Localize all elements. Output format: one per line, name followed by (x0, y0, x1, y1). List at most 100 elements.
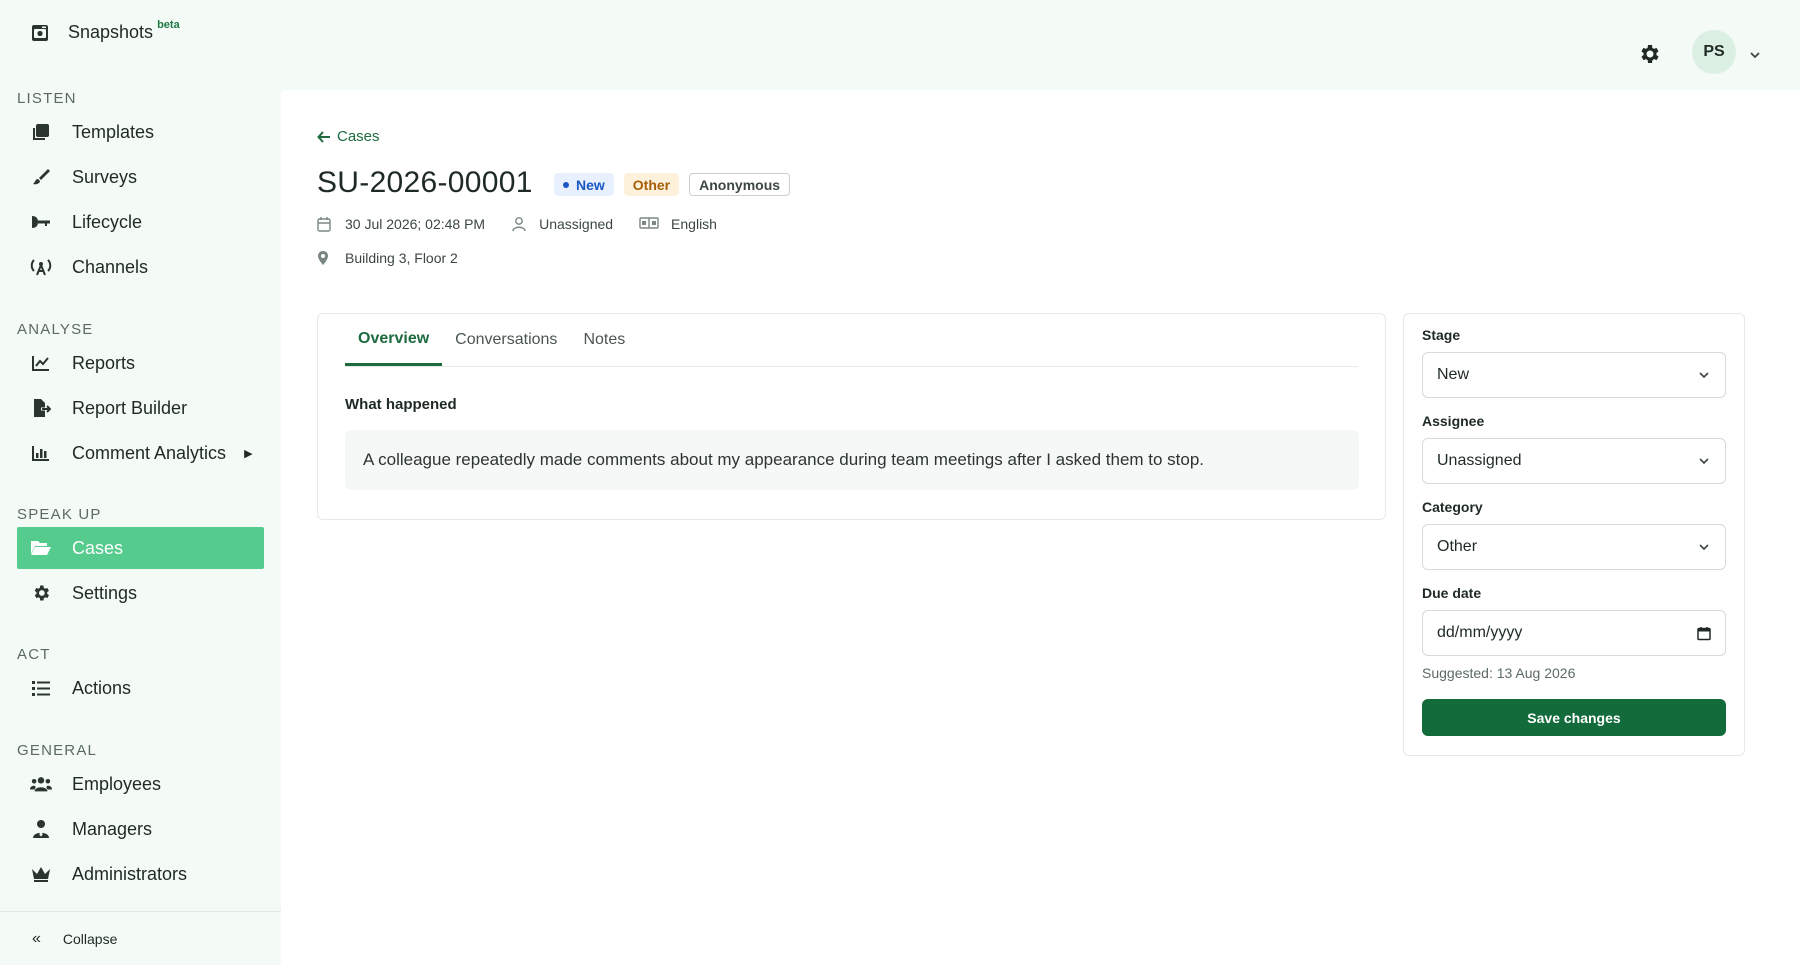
case-location-text: Building 3, Floor 2 (345, 250, 458, 266)
case-assignee-text: Unassigned (539, 216, 614, 232)
sidebar-item-surveys[interactable]: Surveys (17, 156, 264, 198)
sidebar-item-label: Templates (72, 121, 155, 142)
due-date-placeholder: dd/mm/yyyy (1437, 624, 1523, 641)
settings-gear-icon[interactable] (1637, 42, 1661, 66)
tab-overview[interactable]: Overview (345, 314, 443, 366)
category-select[interactable]: Other (1422, 524, 1726, 570)
assignee-select[interactable]: Unassigned (1422, 438, 1726, 484)
sidebar-item-report-builder[interactable]: Report Builder (17, 387, 264, 429)
sidebar-item-label: Reports (72, 352, 136, 373)
list-icon (30, 677, 52, 699)
sidebar-item-label: Cases (72, 537, 124, 558)
case-language-text: English (671, 216, 717, 232)
file-export-icon (30, 397, 52, 419)
broadcast-icon (30, 256, 52, 278)
sidebar-item-actions[interactable]: Actions (17, 667, 264, 709)
due-date-input[interactable]: dd/mm/yyyy (1422, 610, 1726, 656)
category-select-value: Other (1437, 538, 1478, 555)
what-happened-text: A colleague repeatedly made comments abo… (345, 430, 1359, 490)
sidebar-item-label: Administrators (72, 863, 188, 884)
category-badge: Other (623, 173, 680, 196)
double-chevron-left-icon: « (32, 929, 41, 947)
case-date: 30 Jul 2026; 02:48 PM (317, 216, 485, 232)
beta-badge: beta (157, 18, 180, 31)
status-dot-icon (563, 181, 569, 188)
case-tabs: Overview Conversations Notes (345, 314, 638, 366)
line-chart-icon (30, 352, 52, 374)
caret-right-icon: ▶ (244, 447, 253, 460)
user-avatar[interactable]: PS (1692, 30, 1736, 74)
sidebar-item-comment-analytics[interactable]: Comment Analytics ▶ (17, 432, 264, 474)
case-date-text: 30 Jul 2026; 02:48 PM (345, 216, 486, 232)
sidebar-brand[interactable]: Snapshots beta (30, 18, 180, 43)
case-location-row: Building 3, Floor 2 (317, 250, 484, 266)
stage-badge: New (554, 173, 614, 196)
language-icon (639, 216, 659, 232)
section-listen: LISTEN (17, 90, 77, 107)
assignee-select-value: Unassigned (1437, 452, 1522, 469)
map-pin-icon (317, 250, 333, 266)
calendar-picker-icon[interactable] (1697, 626, 1711, 641)
due-date-label: Due date (1422, 585, 1482, 601)
copy-icon (30, 121, 52, 143)
section-analyse: ANALYSE (17, 321, 94, 338)
category-label: Category (1422, 499, 1483, 515)
sidebar-item-administrators[interactable]: Administrators (17, 853, 264, 895)
chevron-down-icon (1697, 368, 1711, 382)
stage-select-value: New (1437, 366, 1470, 383)
gear-icon (30, 582, 52, 604)
sidebar-item-settings[interactable]: Settings (17, 572, 264, 614)
users-icon (30, 773, 52, 795)
case-badges: New Other Anonymous (554, 173, 791, 196)
sidebar-item-label: Surveys (72, 166, 138, 187)
tabs-divider (345, 366, 1358, 367)
sidebar-item-label: Channels (72, 256, 149, 277)
sidebar-item-channels[interactable]: Channels (17, 246, 264, 288)
section-act: ACT (17, 646, 51, 663)
section-general: GENERAL (17, 742, 98, 759)
folder-open-icon (30, 537, 52, 559)
back-link-label: Cases (337, 128, 380, 145)
calendar-icon (317, 216, 333, 232)
collapse-label: Collapse (62, 930, 118, 947)
user-icon (511, 216, 527, 232)
case-meta-row: 30 Jul 2026; 02:48 PM Unassigned English (317, 216, 743, 232)
back-to-cases-link[interactable]: Cases (317, 128, 380, 145)
chevron-down-icon (1697, 454, 1711, 468)
sidebar-item-label: Comment Analytics (72, 442, 227, 463)
key-icon (30, 211, 52, 233)
stage-badge-label: New (576, 176, 605, 193)
sidebar-item-cases[interactable]: Cases (17, 527, 264, 569)
sidebar: Snapshots beta LISTEN Templates Surveys … (0, 0, 281, 965)
crown-icon (30, 863, 52, 885)
sidebar-item-label: Managers (72, 818, 153, 839)
collapse-button[interactable]: « Collapse (0, 911, 281, 965)
case-edit-panel: Stage New Assignee Unassigned Category O… (1403, 313, 1745, 756)
case-detail-card: Overview Conversations Notes What happen… (317, 313, 1386, 520)
stage-label: Stage (1422, 327, 1461, 343)
case-location: Building 3, Floor 2 (317, 250, 458, 266)
sidebar-item-label: Settings (72, 582, 138, 603)
sidebar-item-label: Actions (72, 677, 132, 698)
chevron-down-icon[interactable] (1748, 48, 1762, 62)
sidebar-item-lifecycle[interactable]: Lifecycle (17, 201, 264, 243)
stage-select[interactable]: New (1422, 352, 1726, 398)
sidebar-item-employees[interactable]: Employees (17, 763, 264, 805)
reporter-badge: Anonymous (689, 173, 791, 196)
tab-conversations[interactable]: Conversations (442, 314, 570, 366)
case-language: English (639, 216, 717, 232)
user-tie-icon (30, 818, 52, 840)
what-happened-label: What happened (345, 396, 457, 413)
tab-notes[interactable]: Notes (570, 314, 638, 366)
sidebar-item-templates[interactable]: Templates (17, 111, 264, 153)
brand-label: Snapshots (68, 22, 154, 42)
case-assignee: Unassigned (511, 216, 613, 232)
sidebar-item-managers[interactable]: Managers (17, 808, 264, 850)
assignee-label: Assignee (1422, 413, 1485, 429)
suggested-due-date: Suggested: 13 Aug 2026 (1422, 665, 1576, 681)
save-changes-button[interactable]: Save changes (1422, 699, 1726, 736)
sidebar-item-label: Report Builder (72, 397, 188, 418)
brush-icon (30, 166, 52, 188)
bar-chart-icon (30, 442, 52, 464)
sidebar-item-reports[interactable]: Reports (17, 342, 264, 384)
